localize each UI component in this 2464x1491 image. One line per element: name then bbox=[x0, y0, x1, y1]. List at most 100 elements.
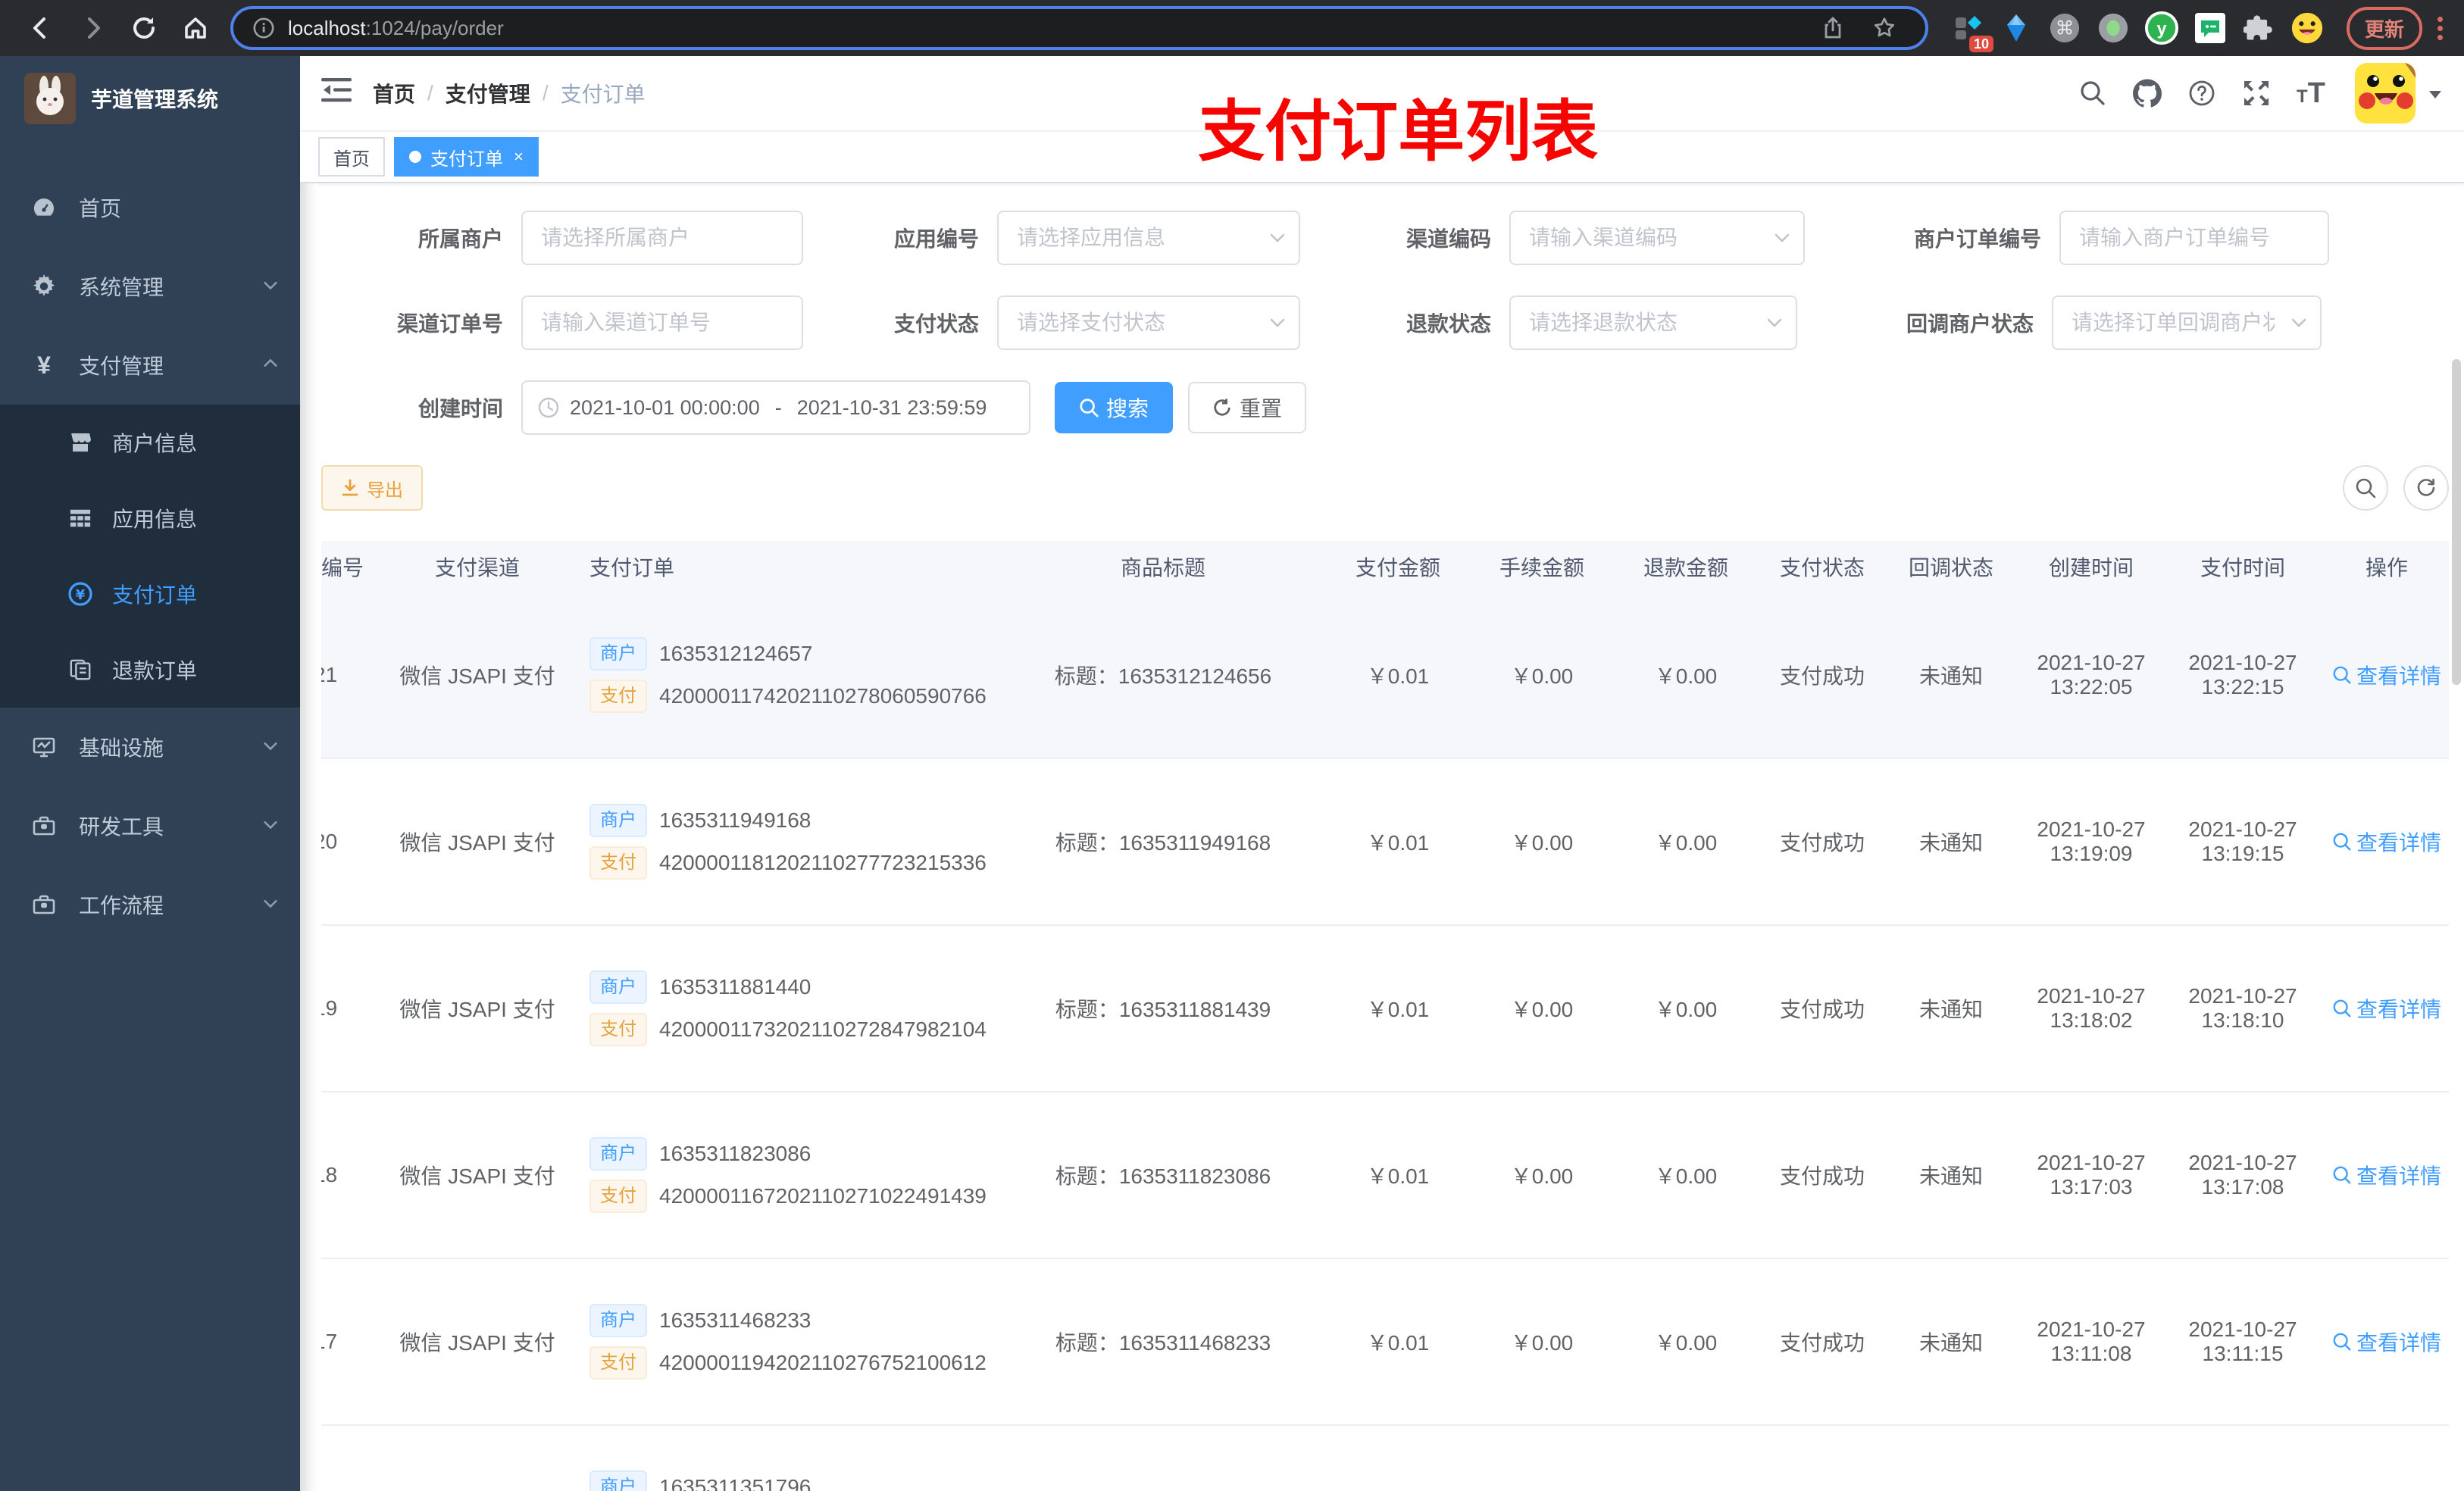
grid-icon bbox=[67, 507, 94, 530]
merchant-order-line: 商户 1635311351796 bbox=[589, 1471, 1000, 1491]
filter-label: 回调商户状态 bbox=[1906, 312, 2034, 336]
bookmark-star-icon[interactable] bbox=[1865, 8, 1904, 48]
cell-pay-order: 商户 1635311949168 支付 42000011812021102777… bbox=[568, 795, 1000, 889]
merchant-input[interactable] bbox=[521, 211, 803, 265]
cell-channel: 微信 JSAPI 支付 bbox=[399, 831, 555, 855]
view-detail-link[interactable]: 查看详情 bbox=[2332, 1160, 2441, 1190]
sidebar: 芋道管理系统 首页 系统管理 ¥ 支付管理 商户信息 应用信息 ¥ 支付订单 退… bbox=[0, 56, 300, 1491]
reset-button[interactable]: 重置 bbox=[1188, 382, 1307, 433]
extension-gem-icon[interactable] bbox=[1997, 7, 2036, 49]
breadcrumb-home[interactable]: 首页 bbox=[373, 78, 415, 108]
forward-icon[interactable] bbox=[73, 8, 112, 48]
font-size-icon[interactable]: TT bbox=[2288, 70, 2334, 116]
app-logo bbox=[24, 73, 76, 124]
merchant-order-line: 商户 1635311823086 bbox=[589, 1137, 1000, 1171]
cell-amount: ￥0.01 bbox=[1366, 664, 1430, 688]
notify-status-select[interactable] bbox=[2052, 295, 2322, 350]
sidebar-item-label: 研发工具 bbox=[79, 815, 164, 839]
sidebar-item-dev-tools[interactable]: 研发工具 bbox=[0, 786, 300, 865]
sidebar-item-system[interactable]: 系统管理 bbox=[0, 247, 300, 326]
channel-order-no-input[interactable] bbox=[521, 295, 803, 350]
refresh-button[interactable] bbox=[2403, 465, 2449, 511]
extension-command-icon[interactable]: ⌘ bbox=[2045, 7, 2084, 49]
pay-status-select[interactable] bbox=[997, 295, 1300, 350]
view-detail-link[interactable]: 查看详情 bbox=[2332, 660, 2441, 690]
extension-status-icon[interactable] bbox=[2093, 7, 2133, 49]
col-refund: 退款金额 bbox=[1643, 556, 1728, 580]
search-button[interactable]: 搜索 bbox=[1055, 382, 1174, 433]
export-button[interactable]: 导出 bbox=[321, 465, 423, 511]
cell-pay-time: 2021-10-27 13:22:15 bbox=[2188, 651, 2297, 699]
table-row: 20 微信 JSAPI 支付 商户 1635311949168 支付 42000… bbox=[321, 759, 2449, 926]
view-detail-link[interactable]: 查看详情 bbox=[2332, 1327, 2441, 1357]
pay-order-no: 4200001194202110276752100612 bbox=[659, 1351, 987, 1374]
browser-menu-icon[interactable] bbox=[2437, 16, 2443, 40]
search-icon[interactable] bbox=[2070, 70, 2115, 116]
breadcrumb: 首页 / 支付管理 / 支付订单 bbox=[373, 78, 646, 108]
fullscreen-icon[interactable] bbox=[2234, 70, 2279, 116]
extension-smiley-icon[interactable] bbox=[2287, 7, 2327, 49]
extension-chat-icon[interactable] bbox=[2190, 7, 2230, 49]
tab-active-dot bbox=[409, 151, 421, 163]
site-info-icon[interactable] bbox=[249, 8, 279, 48]
help-icon[interactable] bbox=[2179, 70, 2225, 116]
sidebar-item-label: 退款订单 bbox=[112, 659, 198, 683]
extension-y-icon[interactable]: y bbox=[2142, 7, 2181, 49]
cell-title: 标题：1635311468233 bbox=[1055, 1331, 1271, 1355]
toggle-search-button[interactable] bbox=[2343, 465, 2388, 511]
sidebar-item-infrastructure[interactable]: 基础设施 bbox=[0, 708, 300, 786]
tab-home[interactable]: 首页 bbox=[318, 137, 385, 177]
cell-title: 标题：1635311823086 bbox=[1055, 1164, 1271, 1188]
sidebar-item-payment[interactable]: ¥ 支付管理 bbox=[0, 326, 300, 405]
sidebar-fold-icon[interactable] bbox=[321, 77, 352, 110]
sidebar-item-home[interactable]: 首页 bbox=[0, 168, 300, 247]
sidebar-item-pay-order[interactable]: ¥ 支付订单 bbox=[0, 556, 300, 632]
col-notify-status: 回调状态 bbox=[1908, 556, 1993, 580]
back-icon[interactable] bbox=[21, 8, 61, 48]
sidebar-item-app-info[interactable]: 应用信息 bbox=[0, 480, 300, 556]
avatar-caret-icon[interactable] bbox=[2428, 80, 2443, 108]
github-icon[interactable] bbox=[2125, 70, 2170, 116]
cell-notify-status: 未通知 bbox=[1918, 664, 1983, 688]
extension-tabs-icon[interactable]: 10 bbox=[1948, 7, 1993, 52]
view-detail-link[interactable]: 查看详情 bbox=[2332, 993, 2441, 1024]
channel-code-select[interactable] bbox=[1509, 211, 1805, 265]
tab-pay-order[interactable]: 支付订单 × bbox=[394, 137, 539, 177]
extensions-puzzle-icon[interactable] bbox=[2239, 7, 2278, 49]
cell-channel: 微信 JSAPI 支付 bbox=[399, 998, 555, 1021]
merchant-order-no-input[interactable] bbox=[2059, 211, 2329, 265]
date-range-picker[interactable]: 2021-10-01 00:00:00 - 2021-10-31 23:59:5… bbox=[521, 380, 1030, 435]
reload-icon[interactable] bbox=[124, 8, 164, 48]
dashboard-icon bbox=[30, 195, 58, 220]
browser-update-button[interactable]: 更新 bbox=[2346, 6, 2422, 50]
share-icon[interactable] bbox=[1813, 8, 1853, 48]
cell-channel: 微信 JSAPI 支付 bbox=[399, 1164, 555, 1188]
avatar[interactable] bbox=[2355, 63, 2416, 123]
merchant-order-no: 1635312124657 bbox=[659, 642, 813, 665]
page-scrollbar[interactable] bbox=[2452, 359, 2461, 685]
home-icon[interactable] bbox=[176, 8, 215, 48]
cell-refund: ￥0.00 bbox=[1654, 831, 1718, 855]
url-bar[interactable]: localhost:1024/pay/order bbox=[230, 6, 1928, 50]
table-header: 编号 支付渠道 支付订单 商品标题 支付金额 手续金额 退款金额 支付状态 回调… bbox=[321, 541, 2449, 592]
cell-id: 18 bbox=[321, 1163, 338, 1186]
col-pay-order: 支付订单 bbox=[589, 556, 675, 580]
cell-id: 21 bbox=[321, 663, 338, 686]
col-amount: 支付金额 bbox=[1355, 556, 1440, 580]
cell-pay-order: 商户 1635312124657 支付 42000011742021102780… bbox=[568, 628, 1000, 722]
app-logo-row[interactable]: 芋道管理系统 bbox=[0, 56, 300, 141]
breadcrumb-section[interactable]: 支付管理 bbox=[446, 78, 530, 108]
refund-status-select[interactable] bbox=[1509, 295, 1797, 350]
cell-title: 标题：1635311881439 bbox=[1055, 998, 1271, 1021]
cell-actions: 查看详情 bbox=[2319, 1327, 2449, 1357]
col-fee: 手续金额 bbox=[1499, 556, 1584, 580]
cell-channel: 微信 JSAPI 支付 bbox=[399, 1331, 555, 1355]
sidebar-item-workflow[interactable]: 工作流程 bbox=[0, 865, 300, 944]
sidebar-item-refund-order[interactable]: 退款订单 bbox=[0, 632, 300, 708]
tab-close-icon[interactable]: × bbox=[514, 147, 524, 167]
pay-order-line: 支付 4200001173202110272847982104 bbox=[589, 1013, 1000, 1046]
app-select[interactable] bbox=[997, 211, 1300, 265]
sidebar-item-merchant-info[interactable]: 商户信息 bbox=[0, 405, 300, 480]
chevron-down-icon bbox=[262, 814, 279, 838]
view-detail-link[interactable]: 查看详情 bbox=[2332, 827, 2441, 857]
